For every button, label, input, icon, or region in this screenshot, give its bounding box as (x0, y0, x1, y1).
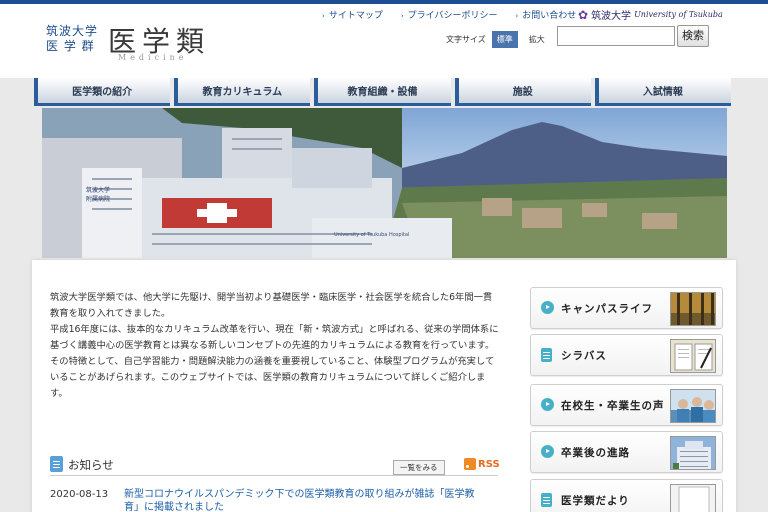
main-nav: 医学類の紹介 教育カリキュラム 教育組織・設備 施設 入試情報 (34, 78, 732, 106)
rss-label: RSS (478, 458, 500, 470)
arrow-circle-icon (541, 445, 554, 458)
voices-thumbnail (670, 389, 716, 423)
document-icon (541, 493, 552, 507)
side-banner-label: 医学類だより (561, 495, 630, 507)
contact-link[interactable]: › お問い合わせ (515, 8, 576, 21)
intro-paragraph-1: 筑波大学医学類では、他大学に先駆け、開学当初より基礎医学・臨床医学・社会医学を統… (50, 292, 493, 319)
newsletter-thumbnail (670, 484, 716, 512)
side-banner-label: 卒業後の進路 (561, 447, 630, 459)
side-banner-career[interactable]: 卒業後の進路 (530, 431, 723, 473)
chevron-right-icon: › (515, 12, 519, 20)
side-banner-label: キャンパスライフ (561, 303, 653, 315)
university-emblem-icon: ✿ (578, 7, 589, 22)
hero-campus-image: 筑波大学 附属病院 University of Tsukuba Hospital (42, 108, 727, 258)
utility-links: › サイトマップ › プライバシーポリシー › お問い合わせ (322, 8, 576, 21)
text-size-label: 文字サイズ (446, 35, 486, 44)
side-banner-label: シラバス (561, 350, 607, 362)
rss-link[interactable]: RSS (464, 458, 500, 470)
nav-about[interactable]: 医学類の紹介 (34, 78, 171, 106)
news-header: お知らせ 一覧をみる RSS (50, 454, 500, 476)
side-banner-syllabus[interactable]: シラバス (530, 334, 723, 376)
news-view-all-button[interactable]: 一覧をみる (393, 460, 445, 475)
text-size-standard-button[interactable]: 標準 (491, 31, 518, 48)
intro-paragraph-3: その特徴として、自己学習能力・問題解決能力の涵養を重要視していること、体験型プロ… (50, 356, 495, 399)
logo-line-univ: 筑波大学 (46, 24, 99, 38)
chevron-right-icon: › (322, 12, 325, 20)
side-banner-newsletter[interactable]: 医学類だより (530, 479, 723, 512)
university-logo[interactable]: 筑波大学 医 学 群 (46, 24, 98, 54)
news-title: お知らせ (68, 458, 114, 472)
syllabus-thumbnail (670, 339, 716, 373)
nav-facilities[interactable]: 施設 (454, 78, 591, 106)
university-brand-link[interactable]: ✿ 筑波大学 University of Tsukuba (578, 7, 723, 23)
text-size-large-button[interactable]: 拡大 (524, 31, 550, 48)
news-date: 2020-08-13 (50, 489, 109, 500)
brand-en: University of Tsukuba (634, 10, 723, 19)
notice-icon (50, 456, 63, 472)
arrow-circle-icon (541, 398, 554, 411)
side-banner-campus-life[interactable]: キャンパスライフ (530, 287, 723, 329)
nav-admissions[interactable]: 入試情報 (594, 78, 732, 106)
nav-curriculum[interactable]: 教育カリキュラム (174, 78, 311, 106)
news-link[interactable]: 新型コロナウイルスパンデミック下での医学類教育の取り組みが雑誌「医学教育」に掲載… (124, 488, 484, 512)
nav-organization[interactable]: 教育組織・設備 (314, 78, 451, 106)
hospital-building-sign-2: 附属病院 (86, 195, 110, 203)
intro-paragraph-2: 平成16年度には、抜本的なカリキュラム改革を行い、現在「新・筑波方式」と呼ばれる… (50, 324, 499, 351)
privacy-link[interactable]: › プライバシーポリシー (401, 8, 498, 21)
career-thumbnail (670, 436, 716, 470)
document-icon (541, 348, 552, 362)
search-input[interactable] (557, 26, 675, 46)
intro-text: 筑波大学医学類では、他大学に先駆け、開学当初より基礎医学・臨床医学・社会医学を統… (50, 290, 500, 402)
hospital-building-sign: 筑波大学 (86, 186, 110, 194)
brand-jp: 筑波大学 (591, 11, 632, 22)
campus-photo: 筑波大学 附属病院 University of Tsukuba Hospital (42, 108, 727, 258)
arrow-circle-icon (541, 301, 554, 314)
side-banner-label: 在校生・卒業生の声 (561, 400, 665, 412)
chevron-right-icon: › (400, 12, 404, 20)
search-button[interactable]: 検索 (677, 25, 709, 47)
site-subtitle: Medicine (118, 53, 188, 62)
site-header: 筑波大学 医 学 群 医学類 Medicine › サイトマップ › プライバシーポ… (0, 4, 768, 78)
side-banner-voices[interactable]: 在校生・卒業生の声 (530, 384, 723, 426)
text-size-control: 文字サイズ 標準 拡大 (446, 31, 550, 48)
logo-line-school: 医 学 群 (46, 39, 95, 53)
campus-life-thumbnail (670, 292, 716, 326)
rss-icon (464, 458, 476, 470)
hospital-sign-en: University of Tsukuba Hospital (334, 232, 409, 238)
sitemap-link[interactable]: › サイトマップ (322, 8, 383, 21)
